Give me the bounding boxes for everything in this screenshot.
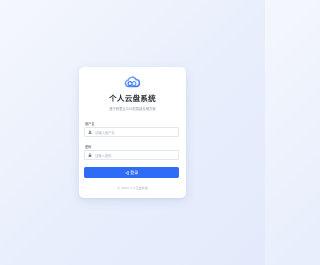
password-field[interactable] — [84, 150, 179, 160]
login-card: 个人云盘系统 基于阿里云OSS的智能存储方案 用户名 密码 登录 © 2023 … — [79, 67, 186, 198]
username-input[interactable] — [95, 128, 177, 137]
cloud-link-icon — [124, 76, 140, 88]
footer-copyright: © 2023 个人云盘系统 — [117, 186, 148, 190]
password-label: 密码 — [85, 145, 92, 149]
username-field[interactable] — [84, 127, 179, 137]
login-button-label: 登录 — [130, 169, 139, 175]
password-input[interactable] — [95, 151, 177, 160]
lock-icon — [88, 153, 92, 158]
username-label: 用户名 — [85, 122, 95, 126]
login-button[interactable]: 登录 — [84, 167, 179, 178]
user-icon — [88, 130, 92, 135]
app-subtitle: 基于阿里云OSS的智能存储方案 — [109, 107, 156, 111]
app-title: 个人云盘系统 — [109, 94, 156, 103]
login-arrow-icon — [124, 170, 129, 175]
